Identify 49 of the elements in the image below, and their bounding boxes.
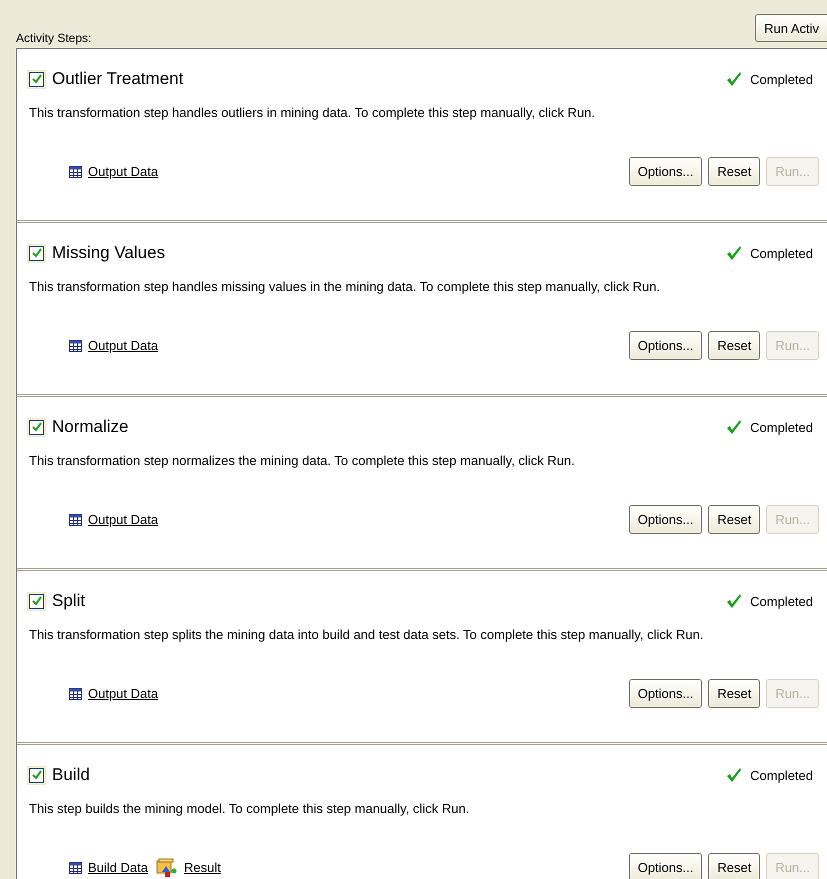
step-title: Missing Values	[52, 243, 166, 263]
step-description: This transformation step normalizes the mining data. To complete this step manually, click Run.	[29, 452, 576, 470]
step-description: This transformation step handles missing values in the mining data. To complete this step manually, click Run.	[29, 278, 662, 296]
link[interactable]: Output Data	[88, 686, 158, 701]
table-icon	[69, 862, 82, 874]
table-icon	[69, 166, 82, 178]
step-description: This transformation step splits the mining data into build and test data sets. To complete this step manually, click Run.	[29, 626, 704, 644]
checkbox[interactable]	[29, 246, 44, 260]
table-icon	[69, 340, 82, 352]
section-label: Activity Steps:	[16, 31, 92, 45]
link[interactable]: Result	[184, 860, 221, 875]
button[interactable]: Options...	[628, 157, 702, 186]
button[interactable]: Options...	[628, 853, 702, 879]
step-title: Build	[52, 765, 91, 785]
link[interactable]: Build Data	[88, 860, 148, 875]
checkbox[interactable]	[29, 420, 44, 434]
button[interactable]: Reset	[708, 505, 760, 534]
check-icon	[726, 71, 742, 87]
button[interactable]: Reset	[708, 157, 760, 186]
check-icon	[726, 419, 742, 435]
button[interactable]: Reset	[708, 331, 760, 360]
check-icon	[726, 245, 742, 261]
button[interactable]: Reset	[708, 853, 760, 879]
shapes-icon	[156, 858, 178, 878]
step-title: Split	[52, 591, 86, 611]
check-icon	[726, 593, 742, 609]
link[interactable]: Output Data	[88, 164, 158, 179]
run-activity-button[interactable]: Run Activ	[755, 14, 827, 42]
status-label: Completed	[750, 72, 813, 86]
checkbox[interactable]	[29, 768, 44, 782]
status-label: Completed	[750, 246, 813, 260]
step-title: Normalize	[52, 417, 130, 437]
step-description: This step builds the mining model. To complete this step manually, click Run.	[29, 800, 470, 818]
check-icon	[726, 767, 742, 783]
button[interactable]: Options...	[628, 679, 702, 708]
checkbox[interactable]	[29, 594, 44, 608]
step-title: Outlier Treatment	[52, 69, 184, 89]
table-icon	[69, 688, 82, 700]
status-label: Completed	[750, 420, 813, 434]
button[interactable]: Reset	[708, 679, 760, 708]
link[interactable]: Output Data	[88, 338, 158, 353]
status-label: Completed	[750, 594, 813, 608]
table-icon	[69, 514, 82, 526]
step-description: This transformation step handles outliers in mining data. To complete this step manually, click Run.	[29, 104, 596, 122]
link[interactable]: Output Data	[88, 512, 158, 527]
checkbox[interactable]	[29, 72, 44, 86]
button[interactable]: Options...	[628, 505, 702, 534]
status-label: Completed	[750, 768, 813, 782]
button[interactable]: Options...	[628, 331, 702, 360]
